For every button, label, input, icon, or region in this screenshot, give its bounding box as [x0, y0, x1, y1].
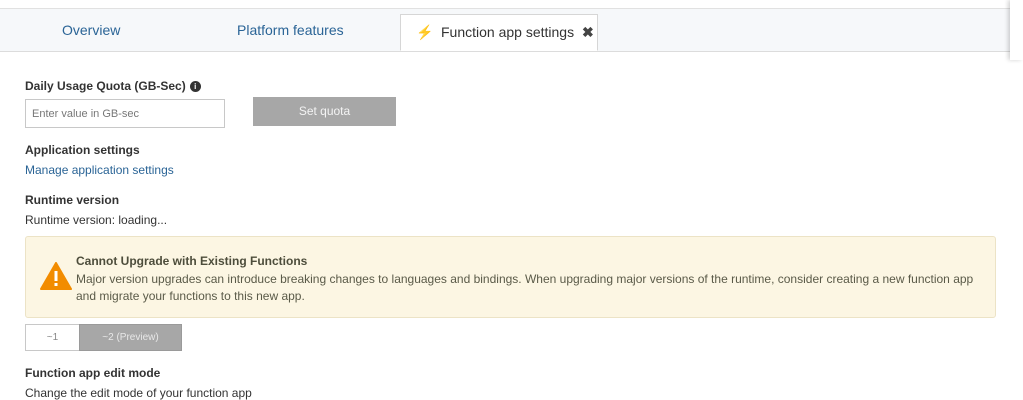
- set-quota-button[interactable]: Set quota: [253, 97, 396, 126]
- close-icon[interactable]: ✖: [582, 15, 594, 49]
- quota-input[interactable]: [25, 99, 225, 128]
- quota-heading-label: Daily Usage Quota (GB-Sec): [25, 79, 186, 93]
- function-app-icon: ⚡: [416, 24, 434, 40]
- runtime-option-v2-preview[interactable]: ~2 (Preview): [79, 324, 182, 351]
- warning-message-line: Major version upgrades can introduce bre…: [76, 272, 974, 286]
- warning-title: Cannot Upgrade with Existing Functions: [76, 254, 308, 268]
- info-icon[interactable]: i: [189, 81, 201, 92]
- tab-function-app-settings[interactable]: ⚡ Function app settings ✖: [400, 14, 598, 51]
- app-settings-heading: Application settings: [25, 143, 140, 157]
- quota-heading: Daily Usage Quota (GB-Sec) i: [25, 79, 201, 93]
- tab-function-app-settings-label: Function app settings: [441, 24, 575, 40]
- edit-mode-description: Change the edit mode of your function ap…: [25, 386, 252, 400]
- runtime-heading: Runtime version: [25, 193, 120, 207]
- manage-app-settings-link[interactable]: Manage application settings: [25, 163, 174, 177]
- warning-banner: Cannot Upgrade with Existing Functions M…: [25, 236, 996, 318]
- runtime-option-v1[interactable]: ~1: [25, 324, 80, 351]
- edit-mode-heading: Function app edit mode: [25, 366, 161, 380]
- runtime-status: Runtime version: loading...: [25, 213, 168, 227]
- warning-message: Major version upgrades can introduce bre…: [76, 271, 981, 305]
- side-panel-edge: [1010, 0, 1023, 60]
- tab-overview[interactable]: Overview: [62, 9, 120, 51]
- warning-message-line: and migrate your functions to this new a…: [76, 289, 305, 303]
- tab-platform-features[interactable]: Platform features: [237, 9, 344, 51]
- warning-icon: [40, 262, 72, 290]
- tab-bar: Overview Platform features ⚡ Function ap…: [0, 9, 1010, 52]
